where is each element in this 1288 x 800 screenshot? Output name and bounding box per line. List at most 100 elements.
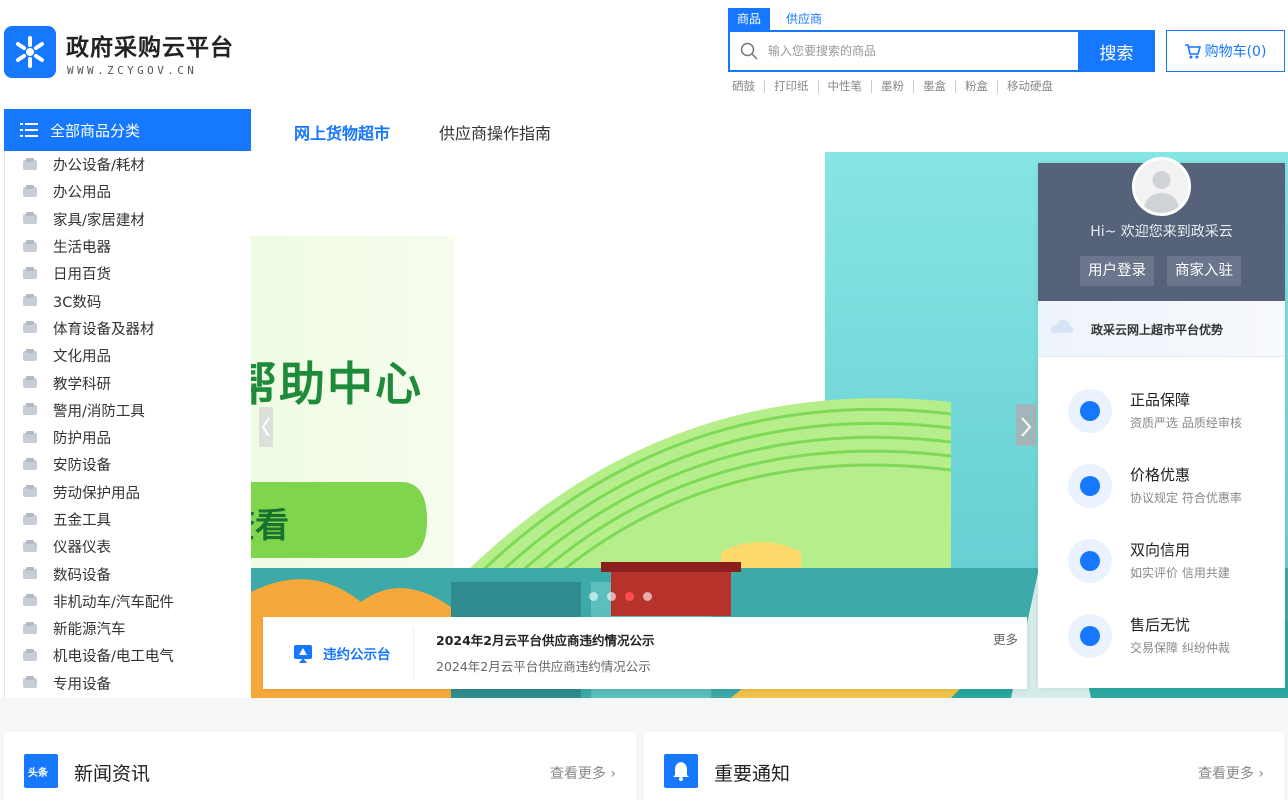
divider	[413, 627, 414, 679]
news-title: 新闻资讯	[74, 763, 151, 785]
shield-icon	[21, 429, 39, 447]
list-icon	[20, 123, 38, 137]
monitor-icon	[21, 674, 39, 692]
brand-title[interactable]: 政府采购云平台	[66, 28, 234, 62]
cart-button[interactable]: 购物车(0)	[1166, 30, 1285, 72]
microscope-icon	[21, 374, 39, 392]
hot-keyword[interactable]: 墨粉	[872, 80, 914, 93]
search-button[interactable]: 搜索	[1078, 30, 1155, 72]
merchant-join-button[interactable]: 商家入驻	[1167, 256, 1241, 286]
category-item[interactable]: 体育设备及器材	[5, 315, 251, 342]
category-label: 仪器仪表	[53, 540, 111, 557]
banner-dots	[589, 592, 652, 601]
notice-more-link[interactable]: 更多	[993, 629, 1018, 648]
heart-hand-icon	[1068, 614, 1112, 658]
category-list: 办公设备/耗材 办公用品家具/家居建材生活电器日用百货 3C数码体育设备及器材 文化用…	[4, 151, 251, 699]
all-categories-header[interactable]: 全部商品分类	[4, 109, 251, 151]
news-card: 头条 新闻资讯 查看更多 ›	[4, 732, 636, 800]
pen-icon	[21, 183, 39, 201]
banner-dot[interactable]	[589, 592, 598, 601]
notice-subtitle[interactable]: 2024年2月云平台供应商违约情况公示	[436, 656, 651, 675]
category-item[interactable]: 教学科研	[5, 369, 251, 396]
welcome-text: Hi~ 欢迎您来到政采云	[1090, 224, 1233, 240]
feature-desc: 资质严选 品质经审核	[1130, 416, 1242, 430]
category-label: 教学科研	[53, 376, 111, 393]
category-label: 劳动保护用品	[53, 485, 140, 502]
nav-supplier-guide[interactable]: 供应商操作指南	[439, 120, 551, 144]
category-item[interactable]: 仪器仪表	[5, 533, 251, 560]
category-label: 家具/家居建材	[53, 212, 145, 229]
search-input[interactable]	[766, 32, 1066, 70]
category-label: 机电设备/电工电气	[53, 649, 174, 666]
category-label: 防护用品	[53, 431, 111, 448]
search-tab-supplier[interactable]: 供应商	[777, 8, 831, 30]
news-more-link[interactable]: 查看更多 ›	[550, 763, 616, 783]
avatar	[1132, 157, 1191, 216]
category-label: 新能源汽车	[53, 622, 126, 639]
category-item[interactable]: 五金工具	[5, 506, 251, 533]
feature-item: 价格优惠 协议规定 符合优惠率	[1068, 456, 1278, 516]
feature-desc: 协议规定 符合优惠率	[1130, 491, 1242, 505]
fan-icon	[21, 238, 39, 256]
category-item[interactable]: 防护用品	[5, 424, 251, 451]
feature-title: 双向信用	[1130, 541, 1191, 559]
bell-icon	[664, 754, 698, 788]
notice-title[interactable]: 2024年2月云平台供应商违约情况公示	[436, 630, 655, 649]
category-label: 日用百货	[53, 267, 111, 284]
category-item[interactable]: 家具/家居建材	[5, 206, 251, 233]
advantages-strip: 政采云网上超市平台优势	[1038, 301, 1285, 357]
nav-market[interactable]: 网上货物超市	[294, 120, 390, 144]
category-item[interactable]: 劳动保护用品	[5, 479, 251, 506]
notice-more-link[interactable]: 查看更多 ›	[1198, 763, 1264, 783]
category-item[interactable]: 专用设备	[5, 670, 251, 697]
banner-dot[interactable]	[625, 592, 634, 601]
category-item[interactable]: 新能源汽车	[5, 615, 251, 642]
banner-headline: 帮助中心	[251, 357, 423, 411]
category-item[interactable]: 机电设备/电工电气	[5, 642, 251, 669]
notice-label[interactable]: 违约公示台	[293, 643, 391, 663]
feature-desc: 交易保障 纠纷仲裁	[1130, 641, 1230, 655]
chevron-right-icon: ›	[610, 766, 616, 782]
printer-icon	[21, 156, 39, 174]
hot-keyword[interactable]: 粉盒	[956, 80, 998, 93]
violation-notice-board: 违约公示台 2024年2月云平台供应商违约情况公示 2024年2月云平台供应商违…	[263, 617, 1027, 689]
cart-icon	[1184, 43, 1201, 58]
notice-label-text: 违约公示台	[323, 647, 391, 663]
category-item[interactable]: 办公用品	[5, 178, 251, 205]
user-panel: Hi~ 欢迎您来到政采云 用户登录 商家入驻 政采云网上超市平台优势 正品保障资…	[1038, 157, 1285, 688]
hot-keyword[interactable]: 移动硬盘	[998, 80, 1062, 93]
category-item[interactable]: 安防设备	[5, 451, 251, 478]
category-item[interactable]: 办公设备/耗材	[5, 151, 251, 178]
banner-cta[interactable]: 查看	[251, 498, 289, 547]
notice-card-title: 重要通知	[714, 763, 791, 785]
banner-dot[interactable]	[643, 592, 652, 601]
cloud-icon	[1050, 319, 1074, 333]
login-button[interactable]: 用户登录	[1080, 256, 1154, 286]
hot-keyword[interactable]: 打印纸	[765, 80, 819, 93]
search-box: 搜索	[728, 30, 1155, 72]
category-item[interactable]: 3C数码	[5, 287, 251, 314]
hot-keyword[interactable]: 硒鼓	[732, 80, 765, 93]
motor-icon	[21, 647, 39, 665]
graduation-cap-icon	[21, 347, 39, 365]
category-label: 3C数码	[53, 294, 102, 311]
hot-keyword[interactable]: 中性笔	[819, 80, 872, 93]
category-item[interactable]: 文化用品	[5, 342, 251, 369]
category-label: 五金工具	[53, 513, 111, 529]
hot-keywords: 硒鼓 打印纸 中性笔 墨粉 墨盒 粉盒 移动硬盘	[732, 80, 1062, 93]
notice-board-icon	[294, 645, 312, 663]
hot-keyword[interactable]: 墨盒	[914, 80, 956, 93]
category-item[interactable]: 非机动车/汽车配件	[5, 588, 251, 615]
shield-check-icon	[1068, 389, 1112, 433]
category-item[interactable]: 生活电器	[5, 233, 251, 260]
search-tab-goods[interactable]: 商品	[728, 8, 771, 30]
banner-dot[interactable]	[607, 592, 616, 601]
logo-mark-icon	[16, 36, 44, 68]
category-label: 数码设备	[53, 567, 111, 584]
all-categories-label: 全部商品分类	[50, 121, 141, 140]
price-tag-icon	[1068, 464, 1112, 508]
category-item[interactable]: 警用/消防工具	[5, 397, 251, 424]
category-item[interactable]: 日用百货	[5, 260, 251, 287]
logo[interactable]	[4, 26, 56, 78]
category-item[interactable]: 数码设备	[5, 560, 251, 587]
